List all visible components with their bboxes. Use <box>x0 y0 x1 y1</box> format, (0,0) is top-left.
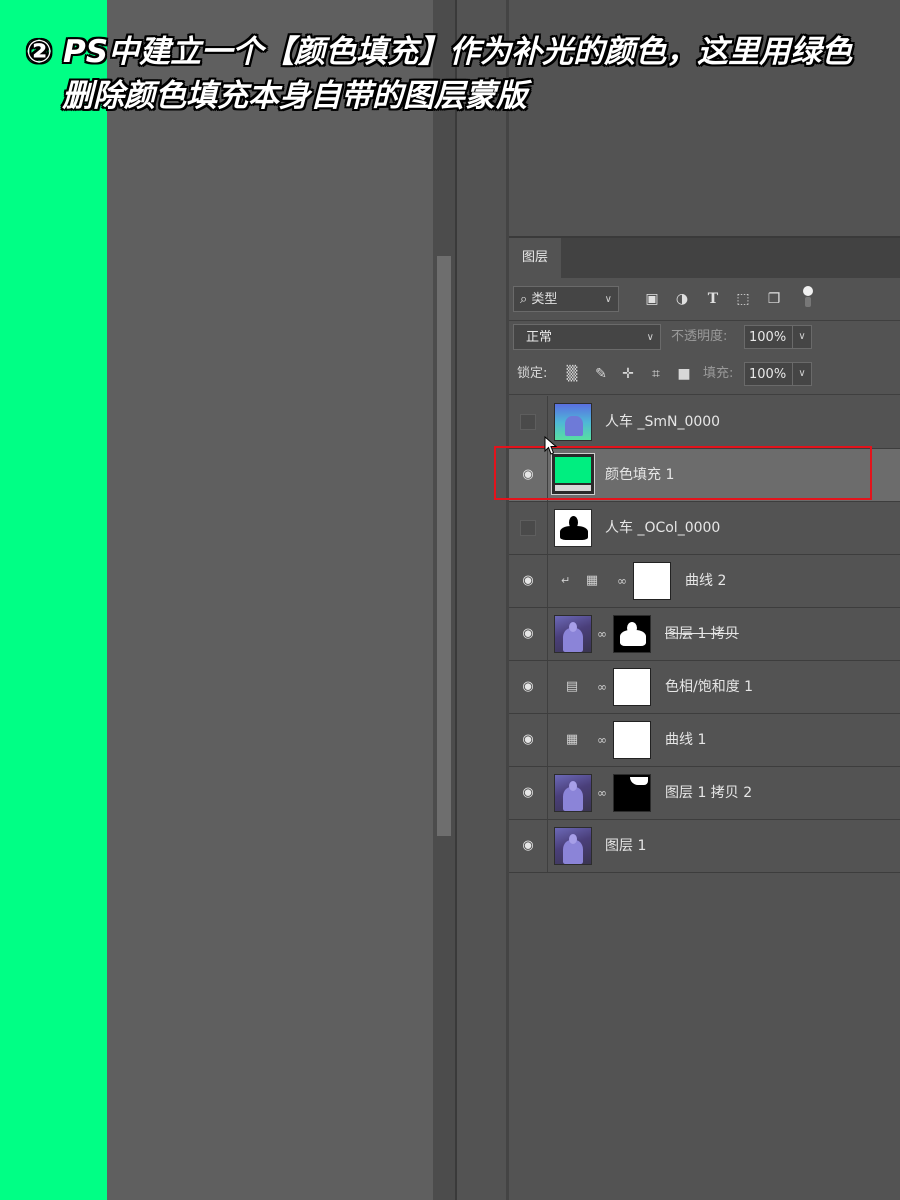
tutorial-caption: ② PS中建立一个【颜色填充】作为补光的颜色，这里用绿色 删除颜色填充本身自带的… <box>26 30 852 118</box>
visibility-toggle[interactable]: ◉ <box>509 820 548 872</box>
scrollbar-thumb[interactable] <box>437 256 451 836</box>
layer-row[interactable]: ◉ ↵ ▦ ∞ 曲线 2 <box>509 555 900 608</box>
eye-icon[interactable]: ◉ <box>520 838 536 854</box>
layer-row[interactable]: ◉ ∞ 图层 1 拷贝 <box>509 608 900 661</box>
blend-mode-value: 正常 <box>526 330 553 345</box>
kind-filter-select[interactable]: ⌕ 类型 ∨ <box>513 286 619 312</box>
layer-name[interactable]: 色相/饱和度 1 <box>665 661 753 713</box>
smart-object-filter-icon[interactable]: ❐ <box>763 288 785 310</box>
layer-mask-thumbnail[interactable] <box>613 774 651 812</box>
opacity-field[interactable]: 100% ∨ <box>744 325 812 349</box>
visibility-toggle[interactable]: ◉ <box>509 608 548 660</box>
chevron-down-icon[interactable]: ∨ <box>792 326 811 348</box>
chevron-down-icon: ∨ <box>646 332 654 343</box>
layer-name[interactable]: 人车 _OCol_0000 <box>605 502 720 554</box>
visibility-toggle[interactable]: ◉ <box>509 661 548 713</box>
chevron-down-icon[interactable]: ∨ <box>792 363 811 385</box>
layer-thumbnail[interactable] <box>554 827 592 865</box>
visibility-off-box[interactable] <box>520 414 536 430</box>
layer-row[interactable]: ◉ ▦ ∞ 曲线 1 <box>509 714 900 767</box>
link-icon[interactable]: ∞ <box>597 625 607 643</box>
panel-dock-gap <box>457 0 508 1200</box>
link-icon[interactable]: ∞ <box>597 731 607 749</box>
layer-row[interactable]: ◉ ▤ ∞ 色相/饱和度 1 <box>509 661 900 714</box>
fill-field[interactable]: 100% ∨ <box>744 362 812 386</box>
layers-panel: 图层 ⌕ 类型 ∨ ▣ ◑ T ⬚ ❐ 正常 ∨ 不透明度: 100% ∨ 锁定… <box>509 238 900 1200</box>
lock-artboard-icon[interactable]: ⌗ <box>646 363 666 385</box>
lock-position-icon[interactable]: ✛ <box>618 363 638 385</box>
caption-line-2: 删除颜色填充本身自带的图层蒙版 <box>62 78 527 114</box>
layer-row[interactable]: ◉ ∞ 图层 1 拷贝 2 <box>509 767 900 820</box>
type-filter-icon[interactable]: T <box>702 288 724 310</box>
layer-mask-thumbnail[interactable] <box>613 721 651 759</box>
layer-mask-thumbnail[interactable] <box>633 562 671 600</box>
layer-thumbnail[interactable] <box>554 403 592 441</box>
divider <box>509 320 900 321</box>
layer-name[interactable]: 人车 _SmN_0000 <box>605 396 720 448</box>
filter-toggle[interactable] <box>801 286 815 308</box>
filter-row: ⌕ 类型 ∨ ▣ ◑ T ⬚ ❐ <box>509 286 900 316</box>
mouse-cursor-icon <box>544 436 558 455</box>
lock-label: 锁定: <box>517 366 548 381</box>
eye-icon[interactable]: ◉ <box>520 732 536 748</box>
eye-icon[interactable]: ◉ <box>520 626 536 642</box>
layer-row[interactable]: ◉ 图层 1 <box>509 820 900 873</box>
layer-name[interactable]: 图层 1 拷贝 2 <box>665 767 752 819</box>
search-icon: ⌕ <box>520 292 532 307</box>
opacity-value: 100% <box>749 330 787 345</box>
link-icon[interactable]: ∞ <box>597 678 607 696</box>
visibility-toggle[interactable] <box>509 502 548 554</box>
chevron-down-icon: ∨ <box>604 294 612 305</box>
hue-saturation-adjustment-icon[interactable]: ▤ <box>562 678 582 696</box>
tab-layers[interactable]: 图层 <box>509 238 561 278</box>
visibility-toggle[interactable]: ◉ <box>509 714 548 766</box>
eye-icon[interactable]: ◉ <box>520 573 536 589</box>
document-canvas <box>107 0 433 1200</box>
image-filter-icon[interactable]: ▣ <box>641 288 663 310</box>
fill-value: 100% <box>749 367 787 382</box>
layer-name[interactable]: 图层 1 拷贝 <box>665 608 739 660</box>
lock-transparent-pixels-icon[interactable]: ▒ <box>562 363 582 385</box>
layer-thumbnail[interactable] <box>554 615 592 653</box>
adjustment-filter-icon[interactable]: ◑ <box>671 288 693 310</box>
blend-mode-select[interactable]: 正常 ∨ <box>513 324 661 350</box>
eye-icon[interactable]: ◉ <box>520 679 536 695</box>
layer-mask-thumbnail[interactable] <box>613 615 651 653</box>
lock-image-pixels-icon[interactable]: ✎ <box>591 363 611 385</box>
curves-adjustment-icon[interactable]: ▦ <box>582 572 602 590</box>
layer-name[interactable]: 图层 1 <box>605 820 646 872</box>
layer-row[interactable]: 人车 _OCol_0000 <box>509 502 900 555</box>
curves-adjustment-icon[interactable]: ▦ <box>562 731 582 749</box>
layer-name[interactable]: 曲线 1 <box>665 714 706 766</box>
caption-line-1: ② PS中建立一个【颜色填充】作为补光的颜色，这里用绿色 <box>26 34 853 70</box>
clipping-arrow-icon: ↵ <box>561 574 571 587</box>
layer-thumbnail[interactable] <box>554 509 592 547</box>
visibility-off-box[interactable] <box>520 520 536 536</box>
lock-all-icon[interactable]: ■ <box>674 363 694 385</box>
layer-thumbnail[interactable] <box>554 774 592 812</box>
color-fill-canvas <box>0 0 107 1200</box>
lock-row: 锁定: ▒ ✎ ✛ ⌗ ■ 填充: 100% ∨ <box>509 361 900 389</box>
layer-mask-thumbnail[interactable] <box>613 668 651 706</box>
link-icon[interactable]: ∞ <box>597 784 607 802</box>
visibility-toggle[interactable]: ◉ <box>509 767 548 819</box>
opacity-label: 不透明度: <box>671 329 728 344</box>
layer-name[interactable]: 曲线 2 <box>685 555 726 607</box>
fill-label: 填充: <box>703 366 734 381</box>
blend-row: 正常 ∨ 不透明度: 100% ∨ <box>509 324 900 352</box>
link-icon[interactable]: ∞ <box>617 572 627 590</box>
kind-filter-label: 类型 <box>531 292 558 307</box>
visibility-toggle[interactable] <box>509 396 548 448</box>
eye-icon[interactable]: ◉ <box>520 785 536 801</box>
visibility-toggle[interactable]: ◉ <box>509 555 548 607</box>
divider <box>509 394 900 395</box>
layer-row[interactable]: 人车 _SmN_0000 <box>509 396 900 449</box>
panel-tab-bar: 图层 <box>509 238 900 278</box>
shape-filter-icon[interactable]: ⬚ <box>732 288 754 310</box>
